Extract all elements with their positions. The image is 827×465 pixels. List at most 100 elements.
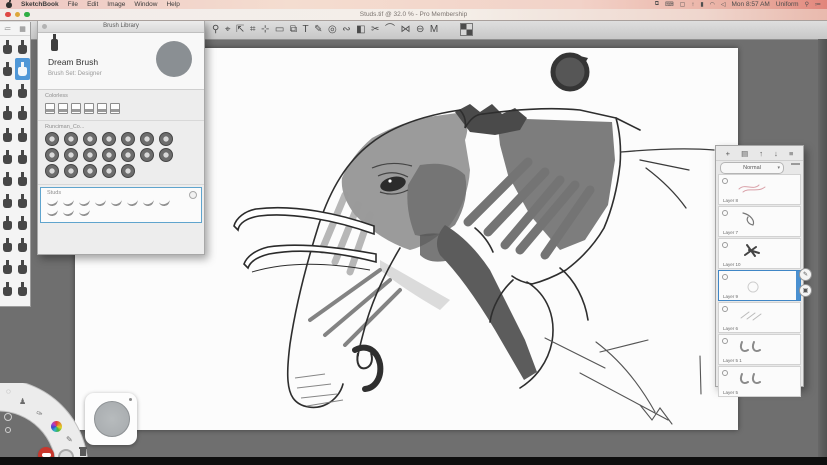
brush-swatch[interactable] [15,234,30,256]
merge-layer-icon[interactable]: ↓ [774,149,778,158]
eraser-tool-icon[interactable]: ◎ [328,24,337,35]
brush-swatch[interactable] [0,212,15,234]
brush-swatch[interactable] [15,256,30,278]
bottle-brush-icon[interactable] [58,101,68,114]
move-tool-icon[interactable]: ⇱ [236,24,244,35]
disc-brush-icon[interactable] [83,132,97,146]
brush-swatch[interactable] [15,80,30,102]
disc-brush-icon[interactable] [45,164,59,178]
folder-icon[interactable]: ▤ [741,149,748,158]
zoom-tool-icon[interactable]: ⚲ [212,24,219,35]
cut-tool-icon[interactable]: ✂ [371,24,379,35]
disc-brush-icon[interactable] [64,148,78,162]
disc-brush-icon[interactable] [102,132,116,146]
stroke-brush-icon[interactable] [62,196,75,208]
layer-row[interactable]: Layer 8 [718,174,801,205]
bottle-brush-icon[interactable] [45,101,55,114]
disc-brush-icon[interactable] [121,148,135,162]
disc-brush-icon[interactable] [102,164,116,178]
layer-visibility-icon[interactable] [722,370,728,376]
stroke-brush-icon[interactable] [126,196,139,208]
disc-brush-icon[interactable] [159,132,173,146]
wifi-icon[interactable]: ◠ [710,1,715,8]
layer-visibility-icon[interactable] [722,274,728,280]
layer-row[interactable]: Layer 7 [718,206,801,237]
stroke-brush-icon[interactable] [62,206,75,218]
transform-tool-icon[interactable]: ⊹ [261,24,269,35]
notification-menu-icon[interactable]: ≔ [815,1,821,8]
smudge-tool-icon[interactable]: ∾ [342,24,350,35]
brush-swatch[interactable] [15,36,30,58]
shape-tool-icon[interactable]: ⊖ [416,24,424,35]
blend-mode-dropdown[interactable]: Normal ▾ [720,162,784,174]
volume-icon[interactable]: ◁ [721,1,726,8]
menu-item-help[interactable]: Help [166,1,179,8]
battery-icon[interactable]: ▮ [700,1,703,8]
bottle-brush-icon[interactable] [110,101,120,114]
stroke-brush-icon[interactable] [142,196,155,208]
brush-swatch[interactable] [15,278,30,300]
layer-row[interactable]: Layer 5 1 [718,334,801,365]
brush-swatch[interactable] [15,212,30,234]
select-tool-icon[interactable]: ⌖ [225,24,231,35]
stroke-brush-icon[interactable] [110,196,123,208]
brush-swatch[interactable] [0,168,15,190]
palette-grid-icon[interactable]: ▦ [19,25,26,33]
rect-select-tool-icon[interactable]: ▭ [275,24,284,35]
layer-visibility-icon[interactable] [722,306,728,312]
menu-item-window[interactable]: Window [134,1,157,8]
brush-swatch[interactable] [0,234,15,256]
disc-brush-icon[interactable] [45,148,59,162]
trash-icon[interactable] [79,447,87,456]
layer-row[interactable]: Layer 10 [718,238,801,269]
import-layer-icon[interactable]: ↑ [759,149,763,158]
screen-mirroring-icon[interactable]: ⧉ [655,1,659,8]
input-source[interactable]: Uniform [776,1,799,8]
disc-brush-icon[interactable] [140,132,154,146]
stroke-tool-icon[interactable]: ⌒ [385,24,395,35]
layer-visibility-icon[interactable] [722,178,728,184]
window-title-bar[interactable]: Studs.tif @ 32.0 % - Pro Membership [0,9,827,21]
lasso-icon[interactable]: ◌ [6,387,11,396]
disc-brush-icon[interactable] [159,148,173,162]
display-icon[interactable]: ▢ [680,1,686,8]
stroke-brush-icon[interactable] [94,196,107,208]
layer-visibility-icon[interactable] [722,210,728,216]
stroke-brush-icon[interactable] [78,206,91,218]
disc-brush-icon[interactable] [45,132,59,146]
brush-swatch[interactable] [15,168,30,190]
disc-brush-icon[interactable] [140,148,154,162]
pencil-icon[interactable]: ✎ [66,435,73,444]
brushes-tool-icon[interactable]: M [430,24,438,35]
disc-brush-icon[interactable] [121,164,135,178]
brush-swatch[interactable] [0,124,15,146]
brush-swatch[interactable] [0,58,15,80]
bottle-brush-icon[interactable] [97,101,107,114]
brush-swatch[interactable] [15,146,30,168]
people-icon[interactable]: ♟ [19,397,26,406]
brush-swatch[interactable] [0,80,15,102]
stroke-brush-icon[interactable] [78,196,91,208]
menu-item-file[interactable]: File [68,1,78,8]
bottle-brush-icon[interactable] [71,101,81,114]
stroke-brush-icon[interactable] [46,196,59,208]
brush-swatch[interactable] [15,124,30,146]
text-tool-icon[interactable]: T [302,24,308,35]
disc-brush-icon[interactable] [121,132,135,146]
upload-icon[interactable]: ↑ [691,2,694,8]
layers-menu-icon[interactable]: ≡ [789,149,793,158]
brush-swatch[interactable] [0,256,15,278]
layer-visibility-icon[interactable] [722,338,728,344]
edit-layer-icon[interactable]: ✎ [799,268,812,281]
brush-swatch[interactable] [15,190,30,212]
brush-swatch[interactable] [0,146,15,168]
brush-swatch[interactable] [0,190,15,212]
size-ring-large[interactable] [4,413,12,421]
crop-tool-icon[interactable]: ⌗ [250,24,256,35]
brush-library-titlebar[interactable]: Brush Library [38,21,204,33]
disc-brush-icon[interactable] [64,132,78,146]
palette-menu-icon[interactable]: ≔ [4,25,11,33]
disc-brush-icon[interactable] [102,148,116,162]
search-icon[interactable]: ⚲ [805,1,809,8]
section-circle-button[interactable] [189,191,197,199]
